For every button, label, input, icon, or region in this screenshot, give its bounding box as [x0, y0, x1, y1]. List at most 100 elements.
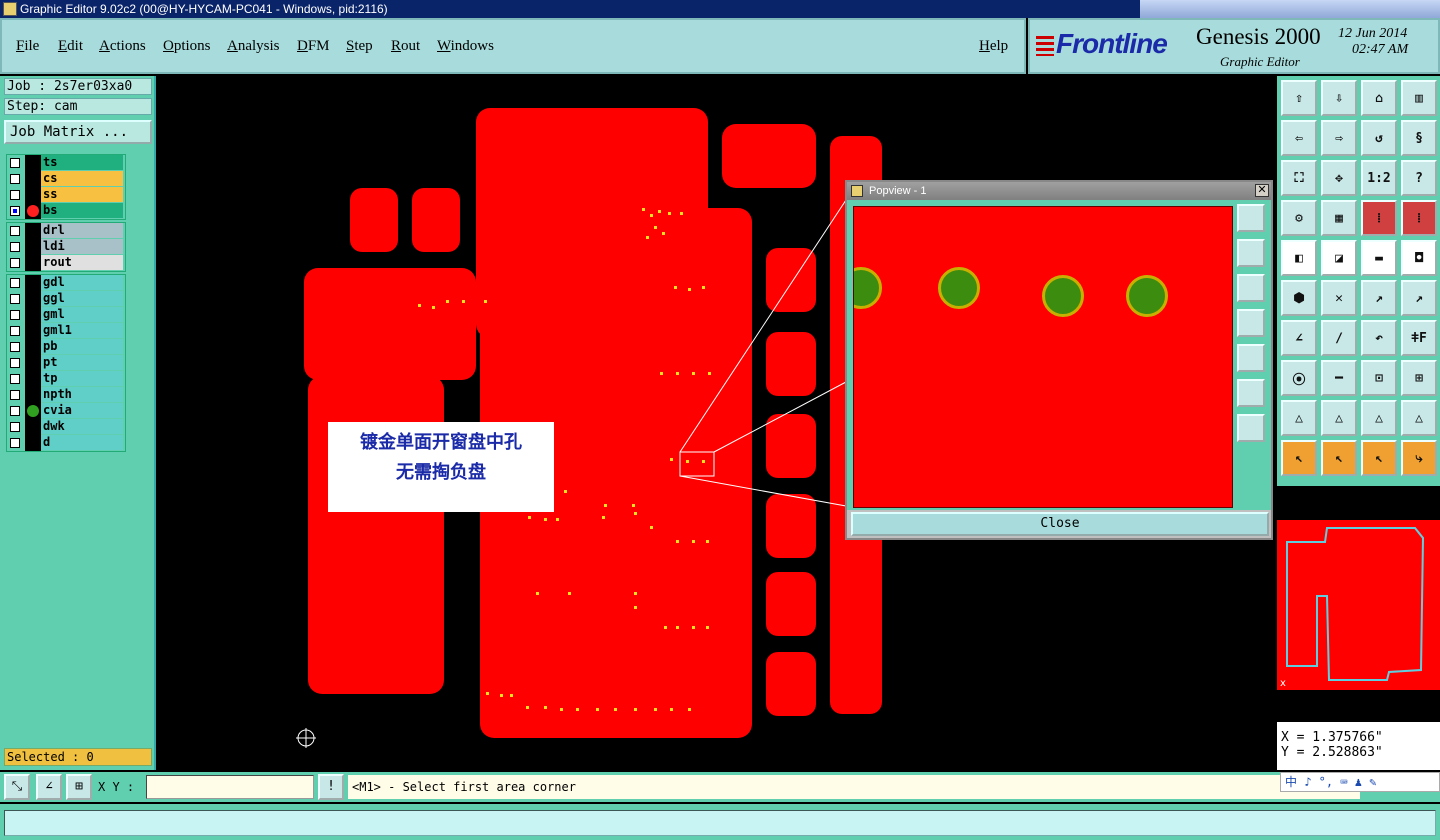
layer-name[interactable]: cvia [41, 403, 123, 418]
layer-color-slot[interactable] [25, 171, 41, 187]
snap-icon[interactable]: ◘ [1401, 240, 1437, 276]
center-icon[interactable]: ✥ [1321, 160, 1357, 196]
layer-row-drl[interactable]: drl [7, 223, 125, 239]
layer-row-tp[interactable]: tp [7, 371, 125, 387]
layer-color-slot[interactable] [25, 355, 41, 371]
layer-checkbox[interactable] [10, 242, 20, 252]
pan-left-icon[interactable] [1237, 309, 1265, 337]
layer-color-slot[interactable] [25, 291, 41, 307]
layer-row-pt[interactable]: pt [7, 355, 125, 371]
layer-color-slot[interactable] [25, 387, 41, 403]
layer-checkbox[interactable] [10, 438, 20, 448]
layer-row-ss[interactable]: ss [7, 187, 125, 203]
layer-color-slot[interactable] [25, 371, 41, 387]
layer-name[interactable]: ldi [41, 239, 123, 254]
layer-row-cvia[interactable]: cvia [7, 403, 125, 419]
move-up-icon[interactable]: ⇧ [1281, 80, 1317, 116]
select-icon[interactable]: ◧ [1281, 240, 1317, 276]
triangle-icon[interactable]: △ [1281, 400, 1317, 436]
layer-checkbox[interactable] [10, 294, 20, 304]
layer-row-dwk[interactable]: dwk [7, 419, 125, 435]
layer-checkbox[interactable] [10, 158, 20, 168]
move-left-icon[interactable]: ⇦ [1281, 120, 1317, 156]
layer-checkbox[interactable] [10, 422, 20, 432]
triangle3-icon[interactable]: △ [1361, 400, 1397, 436]
layer-color-slot[interactable] [25, 155, 41, 171]
mini-map[interactable]: x [1277, 520, 1440, 690]
layer-name[interactable]: dwk [41, 419, 123, 434]
ruler-icon[interactable]: ▬ [1361, 240, 1397, 276]
fit-screen-icon[interactable]: ⛶ [1281, 160, 1317, 196]
route-icon[interactable]: ⤷ [1401, 440, 1437, 476]
layer-checkbox[interactable] [10, 174, 20, 184]
layer-row-npth[interactable]: npth [7, 387, 125, 403]
layer-row-d[interactable]: d [7, 435, 125, 451]
layer-checkbox[interactable] [10, 374, 20, 384]
grid-view-icon[interactable]: ▦ [1321, 200, 1357, 236]
job-matrix-button[interactable]: Job Matrix ... [4, 120, 152, 144]
layer-checkbox[interactable] [10, 390, 20, 400]
layer-row-gml1[interactable]: gml1 [7, 323, 125, 339]
layer-color-slot[interactable] [25, 255, 41, 271]
layer-color-slot[interactable] [25, 239, 41, 255]
zoom-area-icon[interactable]: ⤡ [4, 774, 30, 800]
layer-name[interactable]: bs [41, 203, 123, 218]
pan-right-icon[interactable] [1237, 344, 1265, 372]
move-right-icon[interactable]: ⇨ [1321, 120, 1357, 156]
layer-color-slot[interactable] [25, 223, 41, 239]
pointer-outline-icon[interactable]: ↖ [1361, 440, 1397, 476]
pad-icon[interactable]: ⦿ [1281, 360, 1317, 396]
menu-actions[interactable]: Actions [99, 38, 146, 55]
undo-rotate-icon[interactable]: ↺ [1361, 120, 1397, 156]
layer-name[interactable]: ts [41, 155, 123, 170]
layer-row-bs[interactable]: bs [7, 203, 125, 219]
layer-checkbox[interactable] [10, 406, 20, 416]
window-controls[interactable] [1140, 0, 1440, 18]
layer-row-gdl[interactable]: gdl [7, 275, 125, 291]
layer-color-slot[interactable] [25, 187, 41, 203]
layer-name[interactable]: gml [41, 307, 123, 322]
layer-row-rout[interactable]: rout [7, 255, 125, 271]
layer-checkbox[interactable] [10, 258, 20, 268]
measure-icon[interactable]: ∠ [36, 774, 62, 800]
layer-name[interactable]: pb [41, 339, 123, 354]
layer-name[interactable]: ggl [41, 291, 123, 306]
arc-icon[interactable]: ↶ [1361, 320, 1397, 356]
layer-checkbox[interactable] [10, 310, 20, 320]
layer-checkbox[interactable] [10, 278, 20, 288]
layer-row-ggl[interactable]: ggl [7, 291, 125, 307]
net-blue-icon[interactable]: ⬢ [1281, 280, 1317, 316]
layer-name[interactable]: ss [41, 187, 123, 202]
pan-down-icon[interactable] [1237, 274, 1265, 302]
layer-name[interactable]: gml1 [41, 323, 123, 338]
zoom-in-icon[interactable] [1237, 204, 1265, 232]
zoom-out-icon[interactable] [1237, 414, 1265, 442]
pointer-icon[interactable]: ↖ [1281, 440, 1317, 476]
delete-icon[interactable]: ✕ [1321, 280, 1357, 316]
layer-row-ldi[interactable]: ldi [7, 239, 125, 255]
menu-file[interactable]: File [16, 38, 39, 55]
ratio-icon[interactable]: 1:2 [1361, 160, 1397, 196]
snake-icon[interactable]: § [1401, 120, 1437, 156]
angle-icon[interactable]: ∠ [1281, 320, 1317, 356]
move-down-icon[interactable]: ⇩ [1321, 80, 1357, 116]
layer-name[interactable]: gdl [41, 275, 123, 290]
split-view-icon[interactable]: ▥ [1401, 80, 1437, 116]
layer-name[interactable]: npth [41, 387, 123, 402]
home-icon[interactable]: ⌂ [1361, 80, 1397, 116]
bar-icon[interactable]: ━ [1321, 360, 1357, 396]
layer-color-slot[interactable] [25, 307, 41, 323]
layer-checkbox[interactable] [10, 190, 20, 200]
menu-dfm[interactable]: DFM [297, 38, 330, 55]
popview-close-button[interactable]: Close [851, 512, 1269, 536]
ime-toolbar[interactable]: 中 ♪ °, ⌨ ♟ ✎ [1280, 772, 1440, 792]
layer-name[interactable]: pt [41, 355, 123, 370]
close-icon[interactable]: ✕ [1255, 184, 1269, 197]
settings-icon[interactable]: ⚙ [1281, 200, 1317, 236]
layer-color-slot[interactable] [25, 419, 41, 435]
pan-up-icon[interactable] [1237, 239, 1265, 267]
net-red2-icon[interactable]: ⁞ [1401, 200, 1437, 236]
layer-checkbox[interactable] [10, 342, 20, 352]
layer-name[interactable]: tp [41, 371, 123, 386]
zoom-fit-icon[interactable] [1237, 379, 1265, 407]
